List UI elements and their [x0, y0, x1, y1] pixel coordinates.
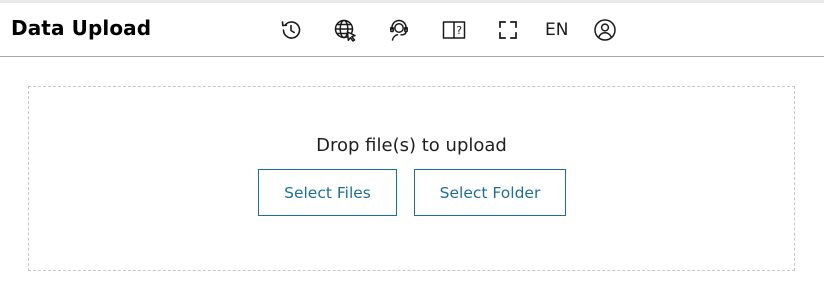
svg-text:?: ? — [456, 24, 462, 37]
language-selector[interactable]: EN — [545, 20, 568, 40]
support-agent-icon — [390, 19, 408, 41]
drop-instruction: Drop file(s) to upload — [316, 135, 507, 156]
user-account-button[interactable] — [592, 17, 618, 43]
select-folder-button[interactable]: Select Folder — [414, 169, 566, 216]
globe-cursor-icon — [334, 19, 356, 42]
help-book-icon: ? — [442, 21, 466, 39]
network-button[interactable] — [332, 17, 358, 43]
user-account-icon — [594, 19, 616, 41]
history-icon — [281, 21, 301, 39]
history-button[interactable] — [278, 17, 304, 43]
select-files-button[interactable]: Select Files — [258, 169, 397, 216]
fullscreen-icon — [499, 21, 517, 39]
file-drop-zone[interactable]: Drop file(s) to upload Select Files Sele… — [28, 86, 795, 271]
support-button[interactable] — [386, 17, 412, 43]
page-title: Data Upload — [11, 16, 152, 40]
fullscreen-button[interactable] — [495, 17, 521, 43]
help-button[interactable]: ? — [441, 17, 467, 43]
app-header: Data Upload ? EN — [0, 3, 824, 57]
